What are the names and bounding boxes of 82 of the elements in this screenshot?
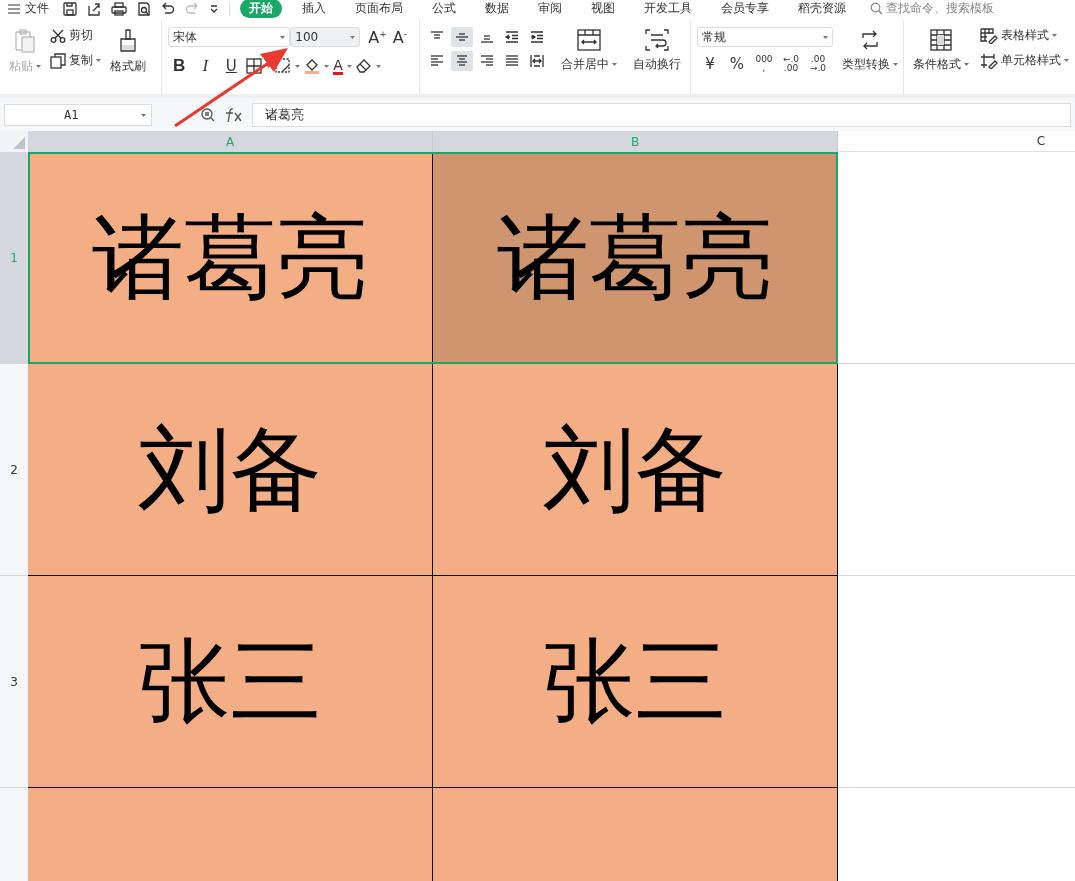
caret-icon	[96, 59, 101, 62]
type-convert-button[interactable]: 类型转换	[839, 27, 901, 75]
table-style-button[interactable]: 表格样式	[980, 27, 1069, 44]
decrease-font-button[interactable]: A$^{-}$	[392, 27, 407, 47]
convert-arrows-icon[interactable]	[859, 29, 881, 51]
undo-icon[interactable]	[161, 1, 175, 16]
ribbon-tab[interactable]: 数据	[476, 0, 518, 18]
cell-brush-icon[interactable]	[980, 52, 998, 69]
ribbon-tab[interactable]: 页面布局	[346, 0, 412, 18]
bold-button[interactable]: B	[168, 55, 191, 77]
dropdown-icon[interactable]	[209, 3, 219, 14]
table-cell: 张三	[28, 576, 433, 788]
file-menu[interactable]: 文件	[8, 0, 49, 17]
row-header[interactable]: 3	[0, 576, 28, 788]
table-cell: 诸葛亮	[28, 152, 433, 364]
function-icon[interactable]	[224, 107, 244, 123]
caret-icon	[1052, 34, 1057, 37]
print-icon[interactable]	[111, 1, 127, 16]
caret-icon	[612, 63, 617, 66]
italic-button[interactable]: I	[194, 55, 217, 77]
brush-icon[interactable]	[117, 29, 139, 53]
thousands-format-button[interactable]: 000 ,	[755, 55, 773, 73]
percent-format-button[interactable]: %	[728, 56, 746, 72]
decimal-format-button[interactable]: ←.0 .00	[782, 55, 800, 73]
font-color-button[interactable]: A	[333, 57, 343, 75]
wrap-text-icon[interactable]	[645, 29, 669, 51]
print-preview-icon[interactable]	[137, 1, 151, 16]
ribbon-tab[interactable]: 公式	[423, 0, 465, 18]
caret-icon	[346, 64, 352, 68]
zoom-icon[interactable]	[200, 107, 216, 123]
eraser-icon[interactable]	[355, 58, 372, 74]
caret-icon	[324, 64, 330, 68]
font-name-field[interactable]: 宋体	[168, 27, 291, 47]
decimal-format-button[interactable]: .00 →.0	[809, 55, 827, 73]
table-brush-icon[interactable]	[980, 27, 998, 44]
increase-font-button[interactable]: A$^{+}$	[368, 27, 387, 47]
copy-button[interactable]: 复制	[50, 52, 101, 69]
ribbon-tab[interactable]: 开发工具	[635, 0, 701, 18]
menu-icon	[8, 3, 20, 14]
number-format-field[interactable]: 常规	[697, 27, 833, 47]
ribbon-tab[interactable]: 视图	[582, 0, 624, 18]
cell-style-button[interactable]: 单元格样式	[980, 52, 1069, 69]
wrap-text-button[interactable]: 自动换行	[630, 27, 684, 75]
row-header[interactable]: 2	[0, 364, 28, 576]
table-cell: 刘备	[433, 364, 838, 576]
caret-icon	[823, 35, 828, 39]
grid-icon[interactable]	[930, 29, 952, 51]
caret-icon	[350, 35, 356, 39]
merge-cells-icon[interactable]	[577, 29, 601, 51]
table-cell: 诸葛亮	[433, 152, 838, 364]
caret-icon	[295, 64, 301, 68]
search-icon	[870, 2, 883, 15]
formula-field[interactable]: 诸葛亮	[252, 103, 1071, 127]
caret-icon	[893, 63, 898, 66]
search-field[interactable]: 查找命令、搜索模板	[870, 0, 994, 17]
name-box[interactable]: A1	[4, 104, 152, 126]
format-painter-button[interactable]: 格式刷	[107, 27, 149, 77]
export-icon[interactable]	[87, 1, 101, 16]
merge-center-button[interactable]: 合并居中	[558, 27, 620, 75]
caret-icon	[141, 113, 146, 117]
caret-icon	[266, 64, 272, 68]
underline-button[interactable]: U	[220, 55, 243, 77]
copy-icon[interactable]	[50, 52, 66, 69]
caret-icon	[36, 65, 41, 68]
ribbon-tab[interactable]: 会员专享	[712, 0, 778, 18]
save-icon[interactable]	[63, 1, 77, 16]
font-size-field[interactable]: 100	[290, 27, 361, 47]
caret-icon	[375, 64, 381, 68]
ribbon-tab[interactable]: 稻壳资源	[789, 0, 855, 18]
conditional-format-button[interactable]: 条件格式	[910, 27, 972, 75]
cut-button[interactable]: 剪切	[50, 27, 101, 44]
caret-icon	[1064, 59, 1069, 62]
table-cell: 刘备	[28, 364, 433, 576]
scissors-icon[interactable]	[50, 28, 66, 43]
caret-icon	[280, 35, 286, 39]
border-icon[interactable]	[246, 58, 263, 74]
ribbon-tab[interactable]: 插入	[293, 0, 335, 18]
currency-format-button[interactable]: ¥	[701, 56, 719, 72]
caret-icon	[964, 63, 969, 66]
table-cell: 张三	[433, 576, 838, 788]
fill-color-icon[interactable]	[304, 58, 321, 74]
ribbon-tab[interactable]: 审阅	[529, 0, 571, 18]
